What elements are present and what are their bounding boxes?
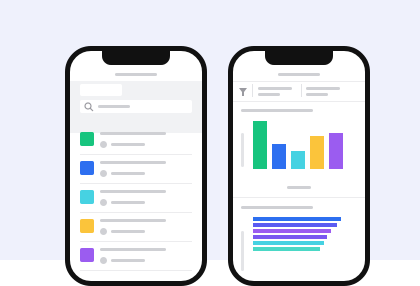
filter-field-date[interactable] bbox=[252, 84, 253, 97]
screen-title-placeholder bbox=[115, 73, 157, 76]
hbar-1 bbox=[253, 217, 341, 221]
list-item-avatar bbox=[100, 141, 107, 148]
hbar-2 bbox=[253, 223, 337, 227]
bar-3 bbox=[291, 151, 305, 169]
list-item[interactable] bbox=[70, 185, 202, 214]
chart-title-placeholder bbox=[241, 109, 313, 112]
hbar-4 bbox=[253, 235, 327, 239]
list-item-avatar bbox=[100, 199, 107, 206]
list-item-title-placeholder bbox=[100, 219, 166, 222]
list-item-avatar bbox=[100, 257, 107, 264]
list-item-avatar bbox=[100, 228, 107, 235]
section-divider bbox=[233, 197, 365, 198]
list-item-title-placeholder bbox=[100, 190, 166, 193]
list-item[interactable] bbox=[70, 156, 202, 185]
list-item-subtitle-placeholder bbox=[111, 201, 145, 204]
phone-chart-view bbox=[228, 46, 370, 286]
list-item[interactable] bbox=[70, 127, 202, 156]
hbar-5 bbox=[253, 241, 324, 245]
filter-value-1 bbox=[258, 93, 280, 96]
list-item-color-square bbox=[80, 132, 94, 146]
phone-notch bbox=[265, 51, 333, 65]
phone-notch bbox=[102, 51, 170, 65]
screen-title-placeholder bbox=[278, 73, 320, 76]
list-item-avatar bbox=[100, 170, 107, 177]
filter-chip[interactable] bbox=[80, 84, 122, 96]
chart2-title-placeholder bbox=[241, 206, 313, 209]
list-item-title-placeholder bbox=[100, 248, 166, 251]
bar-5 bbox=[329, 133, 343, 169]
list-item-subtitle-placeholder bbox=[111, 259, 145, 262]
list-item[interactable] bbox=[70, 214, 202, 243]
filter-separator bbox=[301, 84, 302, 97]
phone-list-view bbox=[65, 46, 207, 286]
list-item-divider bbox=[80, 212, 192, 213]
filter-label-2[interactable] bbox=[306, 87, 340, 90]
list-item-color-square bbox=[80, 190, 94, 204]
list-item-subtitle-placeholder bbox=[111, 172, 145, 175]
search-icon bbox=[84, 102, 94, 112]
list-item-color-square bbox=[80, 161, 94, 175]
list-item-color-square bbox=[80, 219, 94, 233]
list-item-subtitle-placeholder bbox=[111, 143, 145, 146]
filter-label-1 bbox=[258, 87, 292, 90]
filter-bar-divider bbox=[233, 101, 365, 102]
list-item-divider bbox=[80, 183, 192, 184]
list-item-subtitle-placeholder bbox=[111, 230, 145, 233]
bar-1 bbox=[253, 121, 267, 169]
hbar-6 bbox=[253, 247, 320, 251]
filter-value-2 bbox=[306, 93, 328, 96]
search-input[interactable] bbox=[80, 100, 192, 113]
list-item[interactable] bbox=[70, 243, 202, 272]
chart-y-axis bbox=[241, 133, 244, 167]
bar-2 bbox=[272, 144, 286, 169]
filter-icon[interactable] bbox=[239, 88, 247, 96]
bar-4 bbox=[310, 136, 324, 169]
header-divider bbox=[233, 81, 365, 82]
list-item-title-placeholder bbox=[100, 132, 166, 135]
search-placeholder bbox=[98, 105, 130, 108]
list-item-divider bbox=[80, 154, 192, 155]
list-item-divider bbox=[80, 241, 192, 242]
hbar-3 bbox=[253, 229, 331, 233]
chart2-y-axis bbox=[241, 231, 244, 271]
list-item-title-placeholder bbox=[100, 161, 166, 164]
chart-x-label-placeholder bbox=[287, 186, 311, 189]
list-item-divider bbox=[80, 270, 192, 271]
